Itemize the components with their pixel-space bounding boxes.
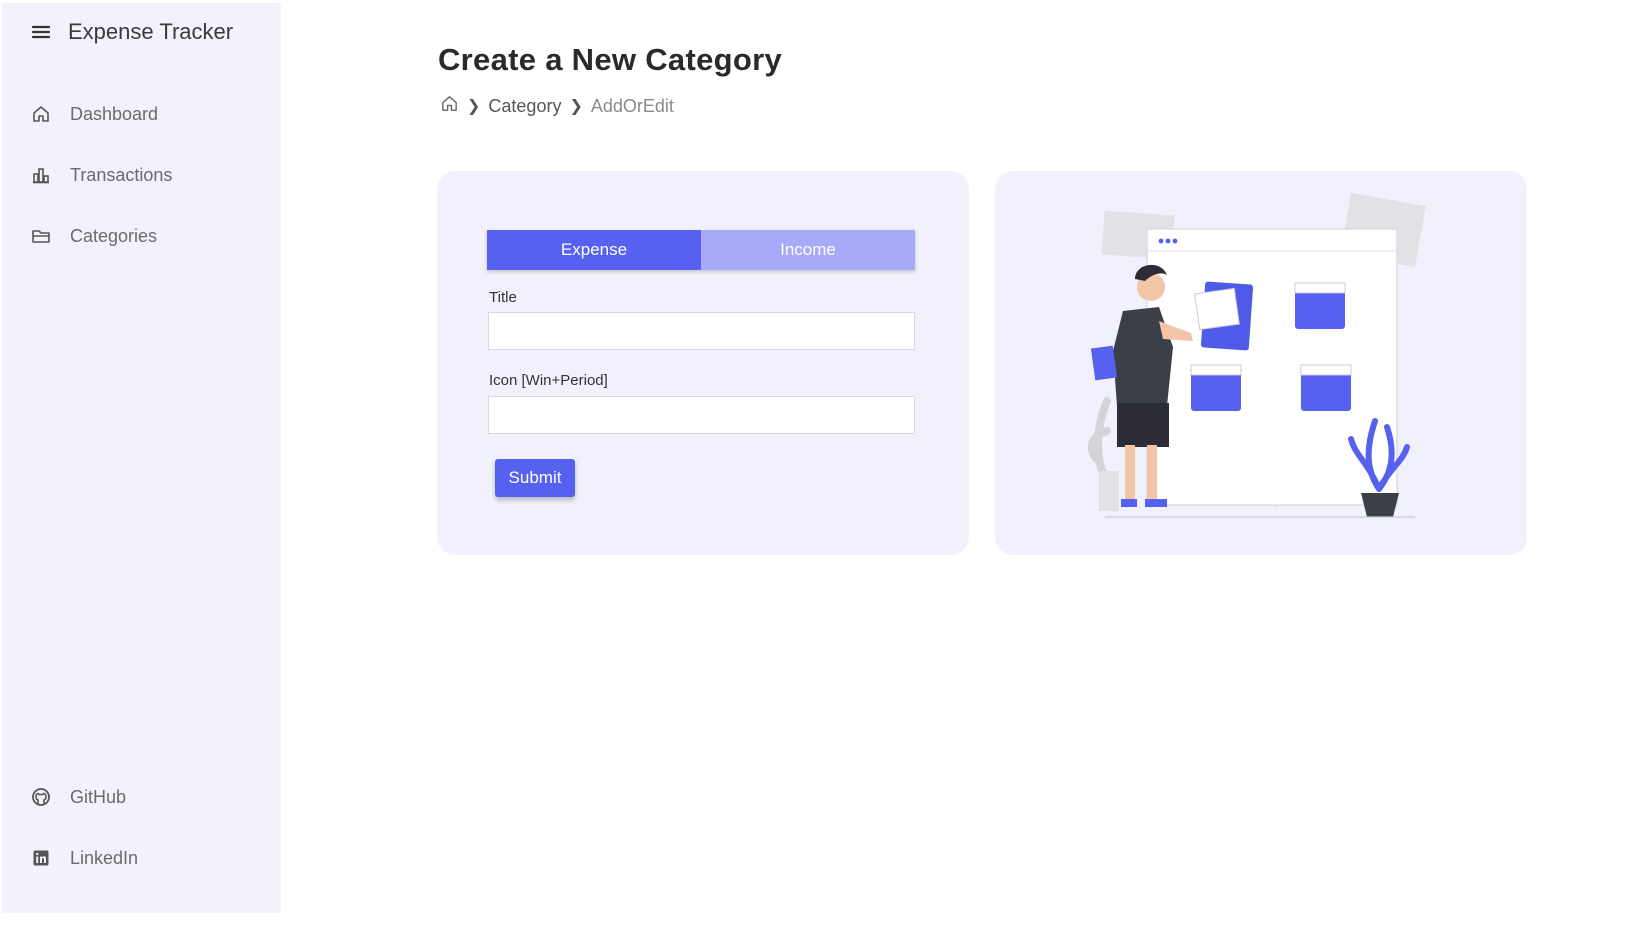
sidebar-item-linkedin[interactable]: LinkedIn <box>30 847 138 869</box>
linkedin-icon <box>30 847 52 869</box>
home-icon <box>30 103 52 125</box>
icon-input[interactable] <box>488 396 915 434</box>
income-toggle-button[interactable]: Income <box>701 230 915 270</box>
hamburger-menu-icon[interactable] <box>30 21 52 43</box>
title-input[interactable] <box>488 312 915 350</box>
chevron-right-icon: ❯ <box>467 98 481 115</box>
folder-icon <box>30 225 52 247</box>
bar-chart-icon <box>30 164 52 186</box>
sidebar-item-label: Transactions <box>70 164 173 185</box>
title-label: Title <box>489 289 517 306</box>
page-title: Create a New Category <box>438 42 782 77</box>
sidebar-header: Expense Tracker <box>30 19 233 45</box>
sidebar-item-label: Categories <box>70 225 158 246</box>
app-title: Expense Tracker <box>68 19 234 44</box>
type-toggle: Expense Income <box>487 230 915 270</box>
sidebar-item-label: GitHub <box>70 786 127 807</box>
breadcrumb-item-current: AddOrEdit <box>590 95 674 116</box>
breadcrumb: ❯ Category ❯ AddOrEdit <box>440 94 674 118</box>
category-form-card: Expense Income Title Icon [Win+Period] S… <box>437 171 969 555</box>
sidebar-item-dashboard[interactable]: Dashboard <box>30 103 158 125</box>
sidebar-item-transactions[interactable]: Transactions <box>30 164 172 186</box>
illustration-card <box>995 171 1527 555</box>
sidebar-item-github[interactable]: GitHub <box>30 786 126 808</box>
sidebar-item-label: LinkedIn <box>70 847 139 868</box>
breadcrumb-item-category[interactable]: Category <box>488 96 561 117</box>
expense-toggle-button[interactable]: Expense <box>487 230 701 270</box>
chevron-right-icon: ❯ <box>569 98 583 115</box>
sidebar-item-categories[interactable]: Categories <box>30 225 157 247</box>
sidebar-item-label: Dashboard <box>70 103 159 124</box>
sidebar: Expense Tracker Dashboard Transactions C… <box>2 3 281 913</box>
icon-label: Icon [Win+Period] <box>489 372 608 389</box>
submit-button[interactable]: Submit <box>495 459 575 497</box>
category-illustration <box>1087 192 1426 518</box>
breadcrumb-home-icon[interactable] <box>440 94 459 118</box>
github-icon <box>30 786 52 808</box>
